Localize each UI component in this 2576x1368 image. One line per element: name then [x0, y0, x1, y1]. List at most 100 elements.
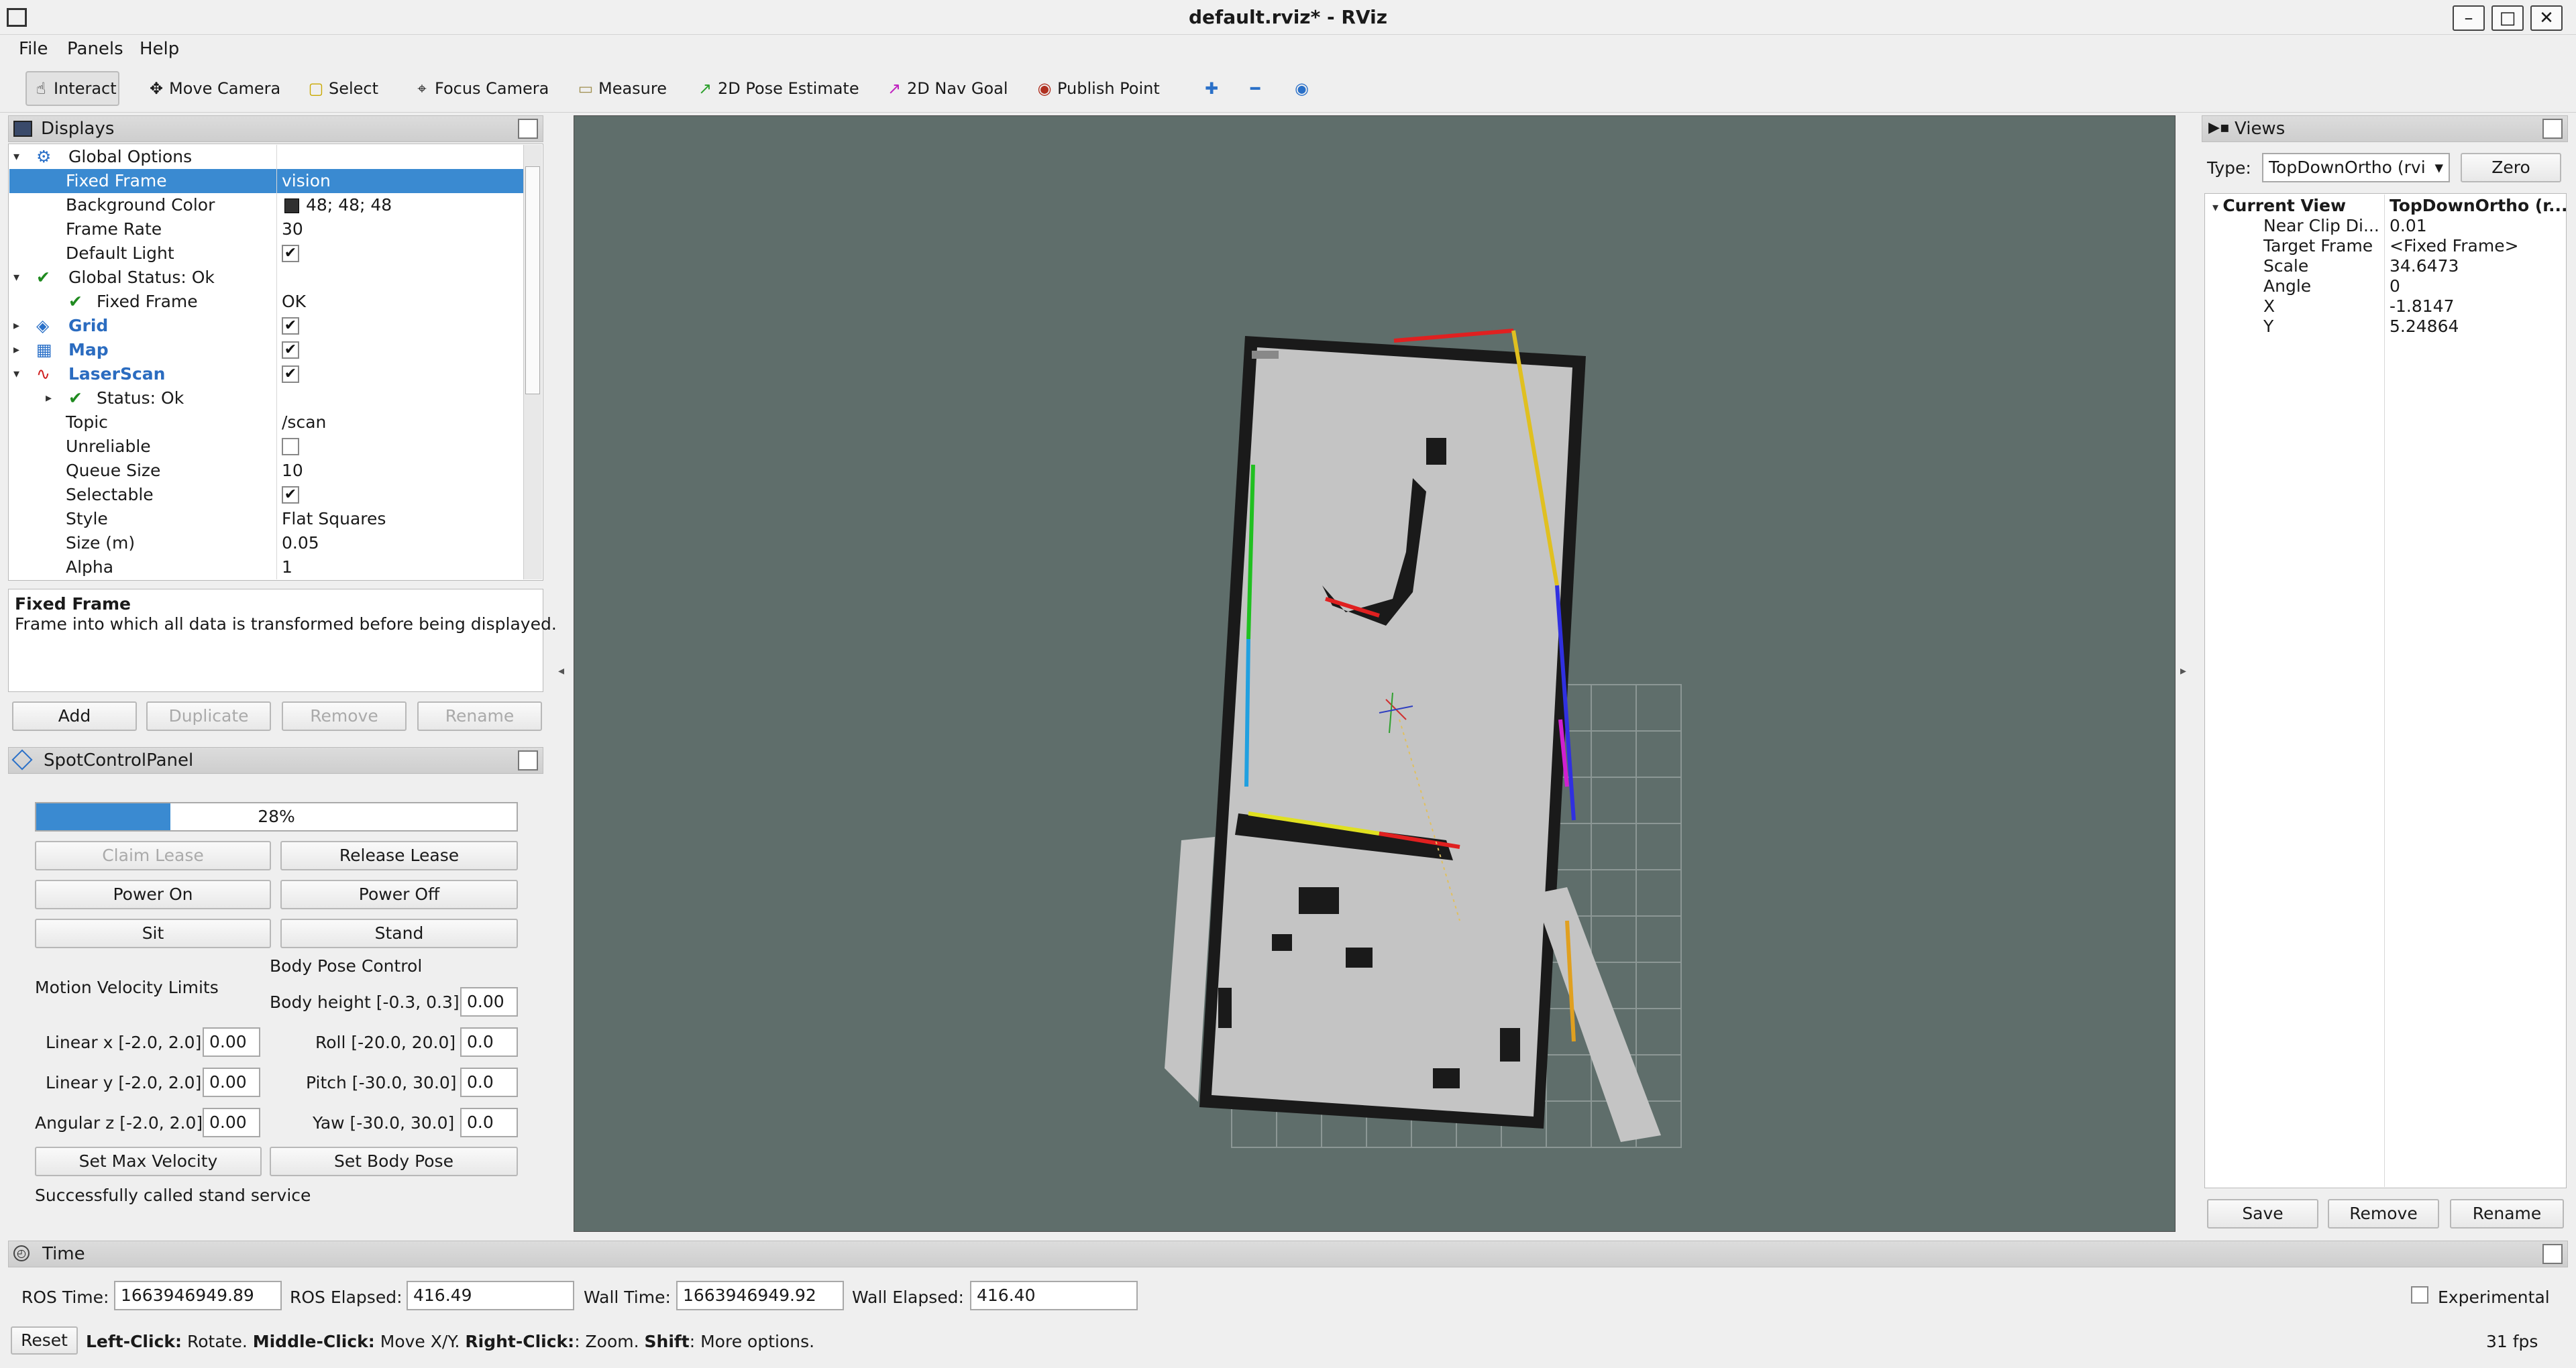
- add-tool-icon[interactable]: ✚: [1201, 71, 1222, 106]
- row-checkbox[interactable]: ✔: [282, 317, 299, 335]
- view-property-value[interactable]: 0: [2390, 276, 2400, 296]
- view-property-value[interactable]: 34.6473: [2390, 256, 2459, 276]
- view-property-value[interactable]: -1.8147: [2390, 296, 2455, 317]
- view-property-value[interactable]: <Fixed Frame>: [2390, 236, 2519, 256]
- duplicate-button[interactable]: Duplicate: [146, 701, 271, 731]
- interact-tool[interactable]: ☝ Interact: [25, 71, 119, 106]
- view-property-row[interactable]: Scale 34.6473: [2204, 256, 2567, 276]
- row-value[interactable]: Flat Squares: [282, 507, 386, 531]
- expand-arrow-icon[interactable]: ▾: [13, 362, 19, 386]
- minimize-button[interactable]: –: [2453, 5, 2485, 31]
- display-row[interactable]: ▸ ◈ Grid ✔: [9, 314, 523, 338]
- view-type-select[interactable]: TopDownOrtho (rvi ▾: [2262, 153, 2450, 182]
- views-close-icon[interactable]: [2542, 119, 2563, 139]
- set-max-velocity-button[interactable]: Set Max Velocity: [35, 1147, 262, 1176]
- linear-y-input[interactable]: 0.00: [203, 1068, 260, 1097]
- menu-help[interactable]: Help: [140, 38, 179, 60]
- yaw-input[interactable]: 0.0: [460, 1108, 518, 1137]
- expand-arrow-icon[interactable]: ▾: [2212, 201, 2222, 215]
- display-row[interactable]: Unreliable: [9, 435, 523, 459]
- wall-time-field[interactable]: 1663946949.92: [676, 1281, 844, 1310]
- angular-z-input[interactable]: 0.00: [203, 1108, 260, 1137]
- row-value[interactable]: OK: [282, 290, 306, 314]
- current-view-row[interactable]: ▾ Current View: [2212, 196, 2346, 216]
- power-on-button[interactable]: Power On: [35, 880, 271, 909]
- wall-elapsed-field[interactable]: 416.40: [970, 1281, 1138, 1310]
- view-property-row[interactable]: X -1.8147: [2204, 296, 2567, 317]
- time-close-icon[interactable]: [2542, 1244, 2563, 1264]
- select-tool[interactable]: ▢ Select: [302, 71, 382, 106]
- display-row[interactable]: ▾ ⚙ Global Options: [9, 145, 523, 169]
- spot-panel-close-icon[interactable]: [518, 750, 538, 771]
- display-row[interactable]: Background Color 48; 48; 48: [9, 193, 523, 217]
- reset-button[interactable]: Reset: [11, 1326, 78, 1355]
- view-property-row[interactable]: Angle 0: [2204, 276, 2567, 296]
- display-row[interactable]: Size (m) 0.05: [9, 531, 523, 555]
- publish-point-tool[interactable]: ◉ Publish Point: [1030, 71, 1164, 106]
- ros-elapsed-field[interactable]: 416.49: [407, 1281, 574, 1310]
- view-property-row[interactable]: Target Frame <Fixed Frame>: [2204, 236, 2567, 256]
- row-value[interactable]: /scan: [282, 410, 326, 435]
- linear-x-input[interactable]: 0.00: [203, 1027, 260, 1057]
- views-save-button[interactable]: Save: [2207, 1199, 2318, 1229]
- move-camera-tool[interactable]: ✥ Move Camera: [142, 71, 284, 106]
- menu-file[interactable]: File: [19, 38, 48, 60]
- display-row[interactable]: ▾ ✔ Global Status: Ok: [9, 266, 523, 290]
- display-row[interactable]: Selectable ✔: [9, 483, 523, 507]
- add-button[interactable]: Add: [12, 701, 137, 731]
- nav-goal-tool[interactable]: ↗ 2D Nav Goal: [880, 71, 1012, 106]
- color-swatch[interactable]: [284, 198, 299, 213]
- view-property-value[interactable]: 5.24864: [2390, 317, 2459, 337]
- ros-time-field[interactable]: 1663946949.89: [114, 1281, 282, 1310]
- eye-icon[interactable]: ◉: [1291, 71, 1313, 106]
- display-row[interactable]: Queue Size 10: [9, 459, 523, 483]
- right-collapse-icon[interactable]: ▸: [2180, 664, 2186, 678]
- left-collapse-icon[interactable]: ◂: [558, 664, 564, 678]
- display-row[interactable]: ▸ ▦ Map ✔: [9, 338, 523, 362]
- row-value[interactable]: 0.05: [282, 531, 319, 555]
- menu-panels[interactable]: Panels: [67, 38, 123, 60]
- display-row[interactable]: Frame Rate 30: [9, 217, 523, 241]
- expand-arrow-icon[interactable]: ▾: [13, 145, 19, 169]
- release-lease-button[interactable]: Release Lease: [280, 841, 518, 870]
- display-row[interactable]: Style Flat Squares: [9, 507, 523, 531]
- remove-tool-icon[interactable]: ━: [1246, 71, 1264, 106]
- display-row[interactable]: Default Light ✔: [9, 241, 523, 266]
- render-viewport[interactable]: [574, 115, 2176, 1232]
- measure-tool[interactable]: ▭ Measure: [572, 71, 671, 106]
- expand-arrow-icon[interactable]: ▸: [46, 386, 52, 410]
- display-row[interactable]: ▾ ∿ LaserScan ✔: [9, 362, 523, 386]
- row-value[interactable]: 48; 48; 48: [306, 193, 392, 217]
- row-checkbox[interactable]: ✔: [282, 365, 299, 383]
- views-remove-button[interactable]: Remove: [2328, 1199, 2439, 1229]
- body-height-input[interactable]: 0.00: [460, 987, 518, 1017]
- power-off-button[interactable]: Power Off: [280, 880, 518, 909]
- roll-input[interactable]: 0.0: [460, 1027, 518, 1057]
- display-row[interactable]: Fixed Frame vision: [9, 169, 523, 193]
- set-body-pose-button[interactable]: Set Body Pose: [270, 1147, 518, 1176]
- row-checkbox[interactable]: ✔: [282, 486, 299, 504]
- close-button[interactable]: ✕: [2530, 5, 2563, 31]
- zero-button[interactable]: Zero: [2461, 153, 2561, 182]
- view-property-value[interactable]: 0.01: [2390, 216, 2427, 236]
- expand-arrow-icon[interactable]: ▾: [13, 266, 19, 290]
- row-value[interactable]: 10: [282, 459, 303, 483]
- maximize-button[interactable]: □: [2491, 5, 2524, 31]
- row-value[interactable]: vision: [282, 169, 331, 193]
- pitch-input[interactable]: 0.0: [460, 1068, 518, 1097]
- displays-close-icon[interactable]: [518, 119, 538, 139]
- view-property-row[interactable]: Near Clip Di... 0.01: [2204, 216, 2567, 236]
- row-value[interactable]: 30: [282, 217, 303, 241]
- scrollbar-thumb[interactable]: [525, 166, 540, 394]
- display-row[interactable]: Topic/scan: [9, 410, 523, 435]
- row-value[interactable]: 1: [282, 555, 292, 579]
- expand-arrow-icon[interactable]: ▸: [13, 314, 19, 338]
- claim-lease-button[interactable]: Claim Lease: [35, 841, 271, 870]
- view-property-row[interactable]: Y 5.24864: [2204, 317, 2567, 337]
- views-rename-button[interactable]: Rename: [2450, 1199, 2564, 1229]
- row-checkbox[interactable]: [282, 438, 299, 455]
- experimental-checkbox[interactable]: [2411, 1286, 2428, 1304]
- stand-button[interactable]: Stand: [280, 919, 518, 948]
- remove-button[interactable]: Remove: [282, 701, 407, 731]
- expand-arrow-icon[interactable]: ▸: [13, 338, 19, 362]
